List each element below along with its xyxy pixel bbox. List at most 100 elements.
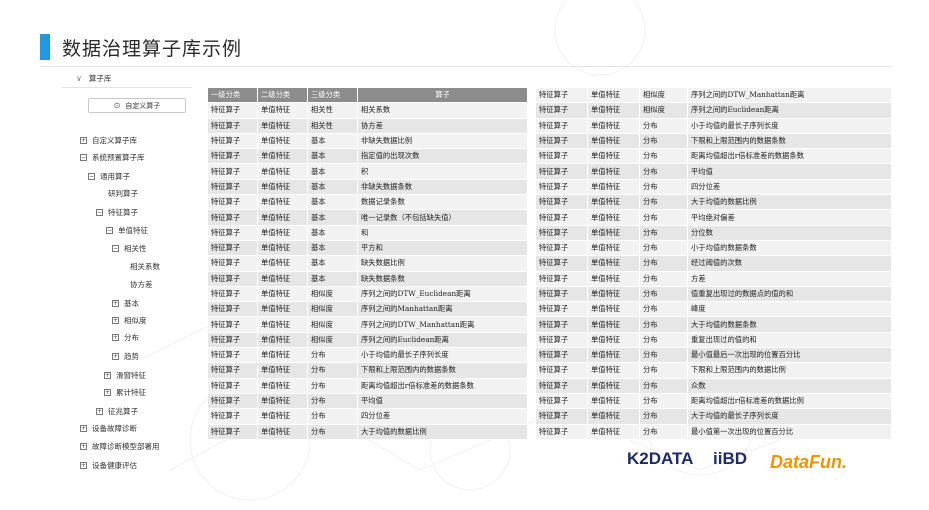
cell-level2: 单值特征 [257, 209, 308, 226]
tree-item[interactable]: − 通用算子 [88, 170, 130, 182]
table-row[interactable]: 特征算子 单值特征 基本 指定值的出现次数 [207, 148, 528, 165]
table-row[interactable]: 特征算子 单值特征 基本 缺失数据比例 [207, 255, 528, 272]
tree-item[interactable]: 相关系数 [130, 260, 160, 272]
table-row[interactable]: 特征算子 单值特征 相似度 序列之间的Euclidean距离 [207, 331, 528, 349]
tree-item[interactable]: + 设备故障诊断 [80, 422, 137, 434]
table-row[interactable]: 特征算子 单值特征 分布 下限和上限范围内的数据比例 [535, 362, 892, 379]
tree-item[interactable]: − 系统预置算子库 [80, 151, 145, 163]
table-row[interactable]: 特征算子 单值特征 分布 方差 [535, 270, 892, 287]
table-row[interactable]: 特征算子 单值特征 分布 大于均值的数据条数 [535, 316, 892, 333]
expand-icon[interactable]: + [104, 371, 111, 379]
table-row[interactable]: 特征算子 单值特征 基本 平方和 [207, 239, 528, 257]
table-row[interactable]: 特征算子 单值特征 分布 距离均值超出r倍标准差的数据条数 [207, 377, 528, 394]
tree-item[interactable]: + 分布 [112, 331, 139, 343]
cell-level3: 基本 [307, 178, 358, 196]
table-row[interactable]: 特征算子 单值特征 分布 平均值 [535, 163, 892, 180]
table-row[interactable]: 特征算子 单值特征 分布 最小值第一次出现的位置百分比 [535, 423, 892, 440]
table-row[interactable]: 特征算子 单值特征 相似度 序列之间的Manhattan距离 [207, 301, 528, 318]
cell-level3: 基本 [307, 209, 358, 226]
table-row[interactable]: 特征算子 单值特征 分布 小于均值的最长子序列长度 [207, 347, 528, 364]
tree-item[interactable]: + 基本 [112, 297, 139, 309]
tree-item[interactable]: 协方差 [130, 278, 153, 290]
tree-header[interactable]: ∨ 算子库 [62, 70, 192, 88]
expand-icon[interactable]: + [96, 407, 103, 415]
expand-icon[interactable]: + [104, 388, 111, 396]
chevron-down-icon[interactable]: ∨ [76, 74, 82, 83]
table-row[interactable]: 特征算子 单值特征 分布 分位数 [535, 224, 892, 241]
table-row[interactable]: 特征算子 单值特征 基本 缺失数据条数 [207, 270, 528, 287]
title-accent-bar [40, 34, 50, 60]
collapse-icon[interactable]: − [88, 172, 95, 180]
cell-level1: 特征算子 [207, 163, 258, 180]
table-row[interactable]: 特征算子 单值特征 分布 大于均值的数据比例 [535, 194, 892, 211]
table-row[interactable]: 特征算子 单值特征 基本 数据记录条数 [207, 194, 528, 211]
table-row[interactable]: 特征算子 单值特征 相关性 协方差 [207, 117, 528, 134]
table-row[interactable]: 特征算子 单值特征 分布 平均值 [207, 392, 528, 410]
tree-item[interactable]: 研判算子 [108, 187, 138, 199]
table-row[interactable]: 特征算子 单值特征 基本 非缺失数据条数 [207, 178, 528, 196]
table-row[interactable]: 特征算子 单值特征 分布 小于均值的数据条数 [535, 239, 892, 257]
table-row[interactable]: 特征算子 单值特征 分布 众数 [535, 377, 892, 394]
cell-level2: 单值特征 [587, 163, 640, 180]
cell-level2: 单值特征 [257, 301, 308, 318]
table-row[interactable]: 特征算子 单值特征 分布 小于均值的最长子序列长度 [535, 117, 892, 134]
tree-item[interactable]: + 滑窗特征 [104, 369, 146, 381]
collapse-icon[interactable]: − [112, 244, 119, 252]
cell-level2: 单值特征 [257, 270, 308, 287]
operator-table-left: 一级分类 二级分类 三级分类 算子 特征算子 单值特征 相关性 相关系数 特征算子 单值特… [207, 86, 528, 440]
tree-item[interactable]: + 故障诊断模型部署用 [80, 440, 160, 452]
cell-level2: 单值特征 [257, 255, 308, 272]
table-row[interactable]: 特征算子 单值特征 分布 四分位差 [207, 408, 528, 425]
datafun-logo: DataFun. [770, 452, 848, 472]
tree-item[interactable]: + 设备健康评估 [80, 459, 137, 471]
tree-item[interactable]: − 特征算子 [96, 206, 138, 218]
table-row[interactable]: 特征算子 单值特征 分布 大于均值的数据比例 [207, 423, 528, 440]
expand-icon[interactable]: + [80, 424, 87, 432]
table-row[interactable]: 特征算子 单值特征 分布 四分位差 [535, 178, 892, 196]
table-row[interactable]: 特征算子 单值特征 相似度 序列之间的DTW_Euclidean距离 [207, 285, 528, 303]
table-row[interactable]: 特征算子 单值特征 相似度 序列之间的Euclidean距离 [535, 102, 892, 119]
tree-item-label: 系统预置算子库 [92, 152, 145, 162]
table-row[interactable]: 特征算子 单值特征 分布 重复出现过的值的和 [535, 331, 892, 349]
expand-icon[interactable]: + [80, 442, 87, 450]
table-row[interactable]: 特征算子 单值特征 分布 下限和上限范围内的数据条数 [535, 132, 892, 150]
tree-item[interactable]: + 相似度 [112, 314, 147, 326]
table-row[interactable]: 特征算子 单值特征 相似度 序列之间的DTW_Manhattan距离 [535, 86, 892, 104]
table-row[interactable]: 特征算子 单值特征 基本积 [207, 163, 528, 180]
table-row[interactable]: 特征算子 单值特征 分布 下限和上限范围内的数据条数 [207, 362, 528, 379]
expand-icon[interactable]: + [112, 352, 119, 360]
expand-icon[interactable]: + [112, 316, 119, 324]
expand-icon[interactable]: + [112, 333, 119, 341]
table-row[interactable]: 特征算子 单值特征 分布 大于均值的最长子序列长度 [535, 408, 892, 425]
expand-icon[interactable]: + [80, 136, 87, 144]
cell-level3: 分布 [639, 132, 688, 150]
table-row[interactable]: 特征算子 单值特征 相关性 相关系数 [207, 102, 528, 119]
collapse-icon[interactable]: − [106, 226, 113, 234]
tree-item[interactable]: + 征兆算子 [96, 405, 138, 417]
tree-item[interactable]: + 自定义算子库 [80, 134, 137, 146]
collapse-icon[interactable]: − [80, 153, 87, 161]
cell-level2: 单值特征 [587, 408, 640, 425]
table-row[interactable]: 特征算子 单值特征 分布 峰度 [535, 301, 892, 318]
custom-operator-button[interactable]: ⊙ 自定义算子 [88, 98, 186, 113]
table-row[interactable]: 特征算子 单值特征 分布 值重复出现过的数据点的值的和 [535, 285, 892, 303]
table-row[interactable]: 特征算子 单值特征 基本和 [207, 224, 528, 241]
tree-item-label: 协方差 [130, 279, 153, 289]
table-row[interactable]: 特征算子 单值特征 相似度 序列之间的DTW_Manhattan距离 [207, 316, 528, 333]
collapse-icon[interactable]: − [96, 208, 103, 216]
tree-item[interactable]: + 趋势 [112, 350, 139, 362]
table-row[interactable]: 特征算子 单值特征 基本 非缺失数据比例 [207, 132, 528, 150]
expand-icon[interactable]: + [112, 299, 119, 307]
table-row[interactable]: 特征算子 单值特征 分布 最小值最后一次出现的位置百分比 [535, 347, 892, 364]
table-row[interactable]: 特征算子 单值特征 分布 经过阈值的次数 [535, 255, 892, 272]
table-row[interactable]: 特征算子 单值特征 分布 距离均值超出r倍标准差的数据比例 [535, 392, 892, 410]
table-row[interactable]: 特征算子 单值特征 分布 距离均值超出r倍标准差的数据条数 [535, 148, 892, 165]
table-row[interactable]: 特征算子 单值特征 分布 平均绝对偏差 [535, 209, 892, 226]
tree-item[interactable]: − 单值特征 [106, 224, 148, 236]
expand-icon[interactable]: + [80, 461, 87, 469]
table-row[interactable]: 特征算子 单值特征 基本 唯一记录数（不包括缺失值） [207, 209, 528, 226]
cell-operator: 大于均值的最长子序列长度 [687, 408, 892, 425]
cell-level1: 特征算子 [207, 392, 258, 410]
tree-item[interactable]: + 累计特征 [104, 386, 146, 398]
tree-item[interactable]: − 相关性 [112, 242, 147, 254]
